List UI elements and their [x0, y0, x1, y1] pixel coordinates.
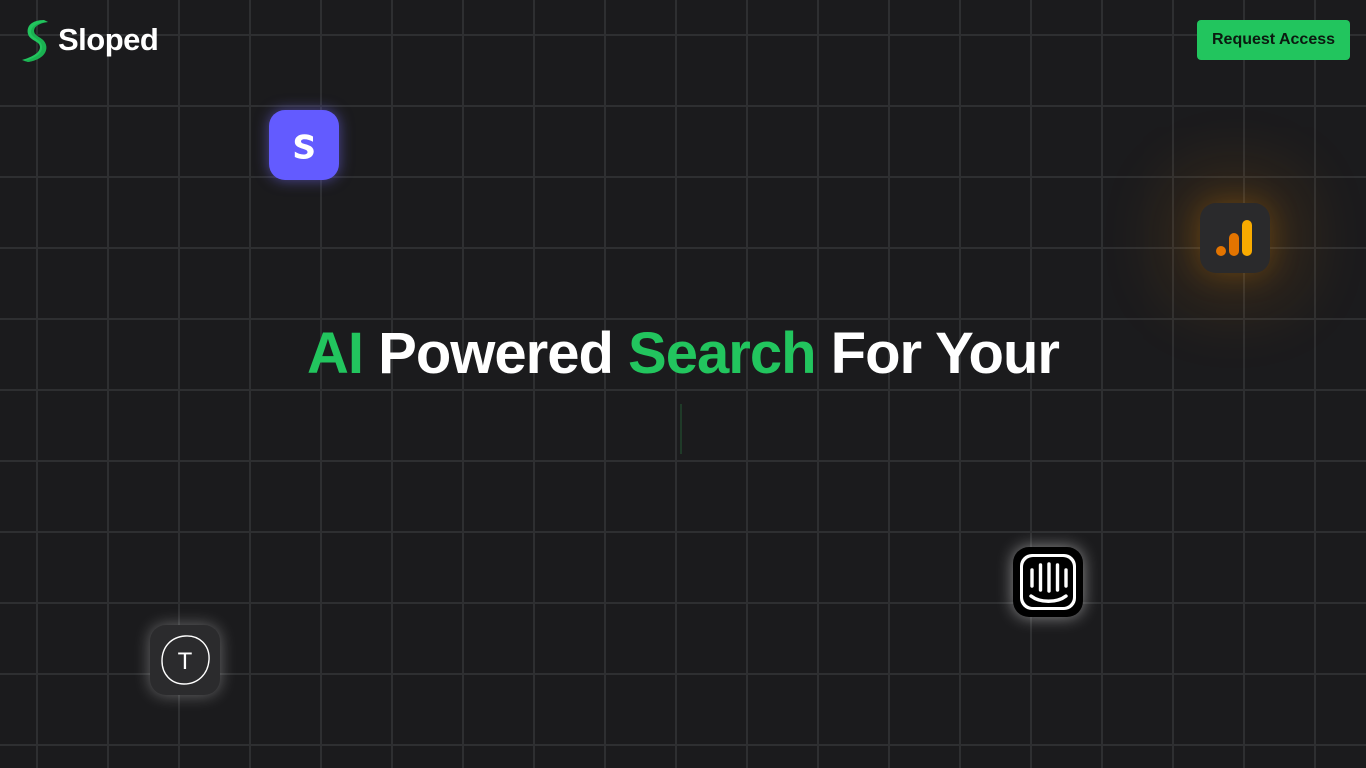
typeform-letter: T — [178, 648, 193, 675]
hero-word-for-your: For Your — [830, 321, 1060, 386]
hero-word-search: Search — [628, 321, 816, 386]
intercom-icon — [1020, 554, 1076, 610]
typeform-icon: T — [161, 635, 210, 685]
brand-logo-link[interactable]: Sloped — [18, 16, 159, 64]
brand-name: Sloped — [58, 21, 159, 57]
google-analytics-integration-tile — [1200, 203, 1270, 273]
typeform-integration-tile: T — [150, 625, 220, 695]
top-navigation: Sloped Request Access — [0, 0, 1366, 80]
request-access-button[interactable]: Request Access — [1197, 20, 1350, 60]
stripe-icon — [294, 134, 314, 159]
google-analytics-icon — [1216, 220, 1252, 256]
typing-cursor — [680, 404, 682, 454]
intercom-integration-tile — [1013, 547, 1083, 617]
sloped-logo-icon — [22, 20, 48, 62]
landing-page: Sloped Request Access AI Powered Search … — [0, 0, 1366, 768]
hero-word-powered: Powered — [378, 321, 614, 386]
stripe-integration-tile — [269, 110, 339, 180]
hero-headline: AI Powered Search For Your — [0, 318, 1366, 390]
hero-word-ai: AI — [307, 321, 364, 386]
